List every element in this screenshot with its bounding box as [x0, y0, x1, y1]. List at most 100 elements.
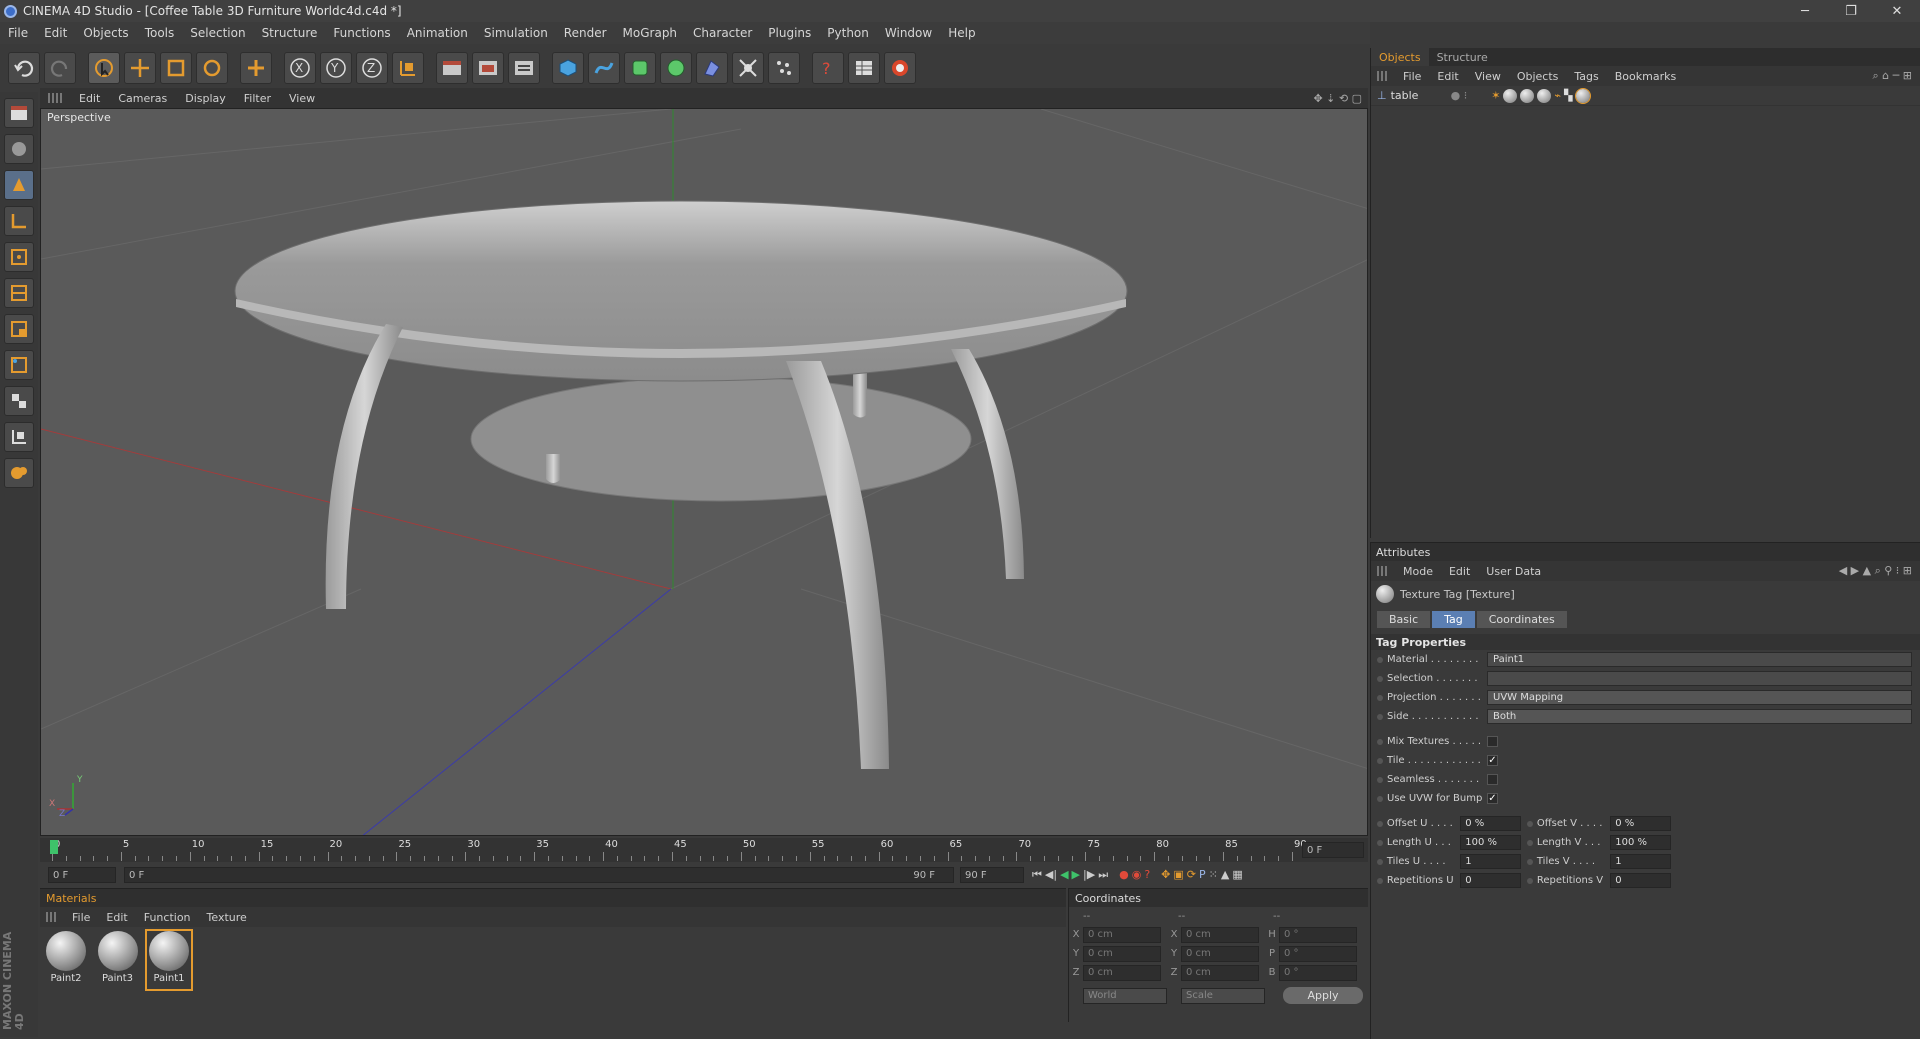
- offset-v-field[interactable]: 0 %: [1610, 816, 1672, 831]
- objects-menu-bookmarks[interactable]: Bookmarks: [1607, 70, 1684, 83]
- nurbs-icon[interactable]: [624, 52, 656, 84]
- viewport-menu-filter[interactable]: Filter: [235, 92, 280, 105]
- viewport-menu-edit[interactable]: Edit: [70, 92, 109, 105]
- tab-structure[interactable]: Structure: [1429, 48, 1496, 66]
- key-interp-icon[interactable]: ▲: [1221, 868, 1229, 882]
- repetitions-v-field[interactable]: 0: [1610, 873, 1672, 888]
- selection-field[interactable]: [1487, 671, 1912, 686]
- restore-icon[interactable]: ❐: [1828, 0, 1874, 22]
- length-v-field[interactable]: 100 %: [1610, 835, 1672, 850]
- menu-selection[interactable]: Selection: [182, 26, 253, 40]
- frame-range-slider[interactable]: 0 F 90 F: [124, 867, 954, 883]
- render-view-icon[interactable]: [436, 52, 468, 84]
- size-x-field[interactable]: 0 cm: [1181, 926, 1259, 943]
- texture-tag-icon[interactable]: [1537, 88, 1552, 103]
- array-icon[interactable]: [660, 52, 692, 84]
- object-axis-icon[interactable]: [4, 206, 34, 236]
- tab-tag[interactable]: Tag: [1432, 611, 1475, 628]
- menu-python[interactable]: Python: [819, 26, 877, 40]
- objects-menu-tags[interactable]: Tags: [1566, 70, 1606, 83]
- redo-icon[interactable]: [44, 52, 76, 84]
- mix-textures-checkbox[interactable]: [1487, 736, 1498, 747]
- autokey-icon[interactable]: ◉: [1132, 868, 1142, 882]
- points-mode-icon[interactable]: [4, 242, 34, 272]
- material-swatch-selected[interactable]: Paint1: [145, 929, 193, 991]
- objects-menu-objects[interactable]: Objects: [1509, 70, 1567, 83]
- texture-tag-icon[interactable]: [1520, 88, 1535, 103]
- start-frame-field[interactable]: 0 F: [48, 867, 116, 883]
- uvw-tag-icon[interactable]: ▚: [1564, 89, 1572, 103]
- play-icon[interactable]: ▶: [1072, 868, 1080, 882]
- tile-checkbox[interactable]: ✓: [1487, 755, 1498, 766]
- minimize-icon[interactable]: ─: [1782, 0, 1828, 22]
- texture-mode-icon[interactable]: [4, 386, 34, 416]
- apply-button[interactable]: Apply: [1283, 987, 1363, 1004]
- prev-key-icon[interactable]: ◀|: [1045, 868, 1057, 882]
- live-select-icon[interactable]: [88, 52, 120, 84]
- go-start-icon[interactable]: ⏮: [1032, 868, 1042, 882]
- tiles-v-field[interactable]: 1: [1610, 854, 1672, 869]
- objects-menu-edit[interactable]: Edit: [1429, 70, 1466, 83]
- rotate-icon[interactable]: [196, 52, 228, 84]
- scene-icon[interactable]: [732, 52, 764, 84]
- model-mode-icon[interactable]: [4, 170, 34, 200]
- menu-character[interactable]: Character: [685, 26, 760, 40]
- key-pla-icon[interactable]: ⁙: [1209, 868, 1218, 882]
- playhead[interactable]: [50, 840, 58, 854]
- rotation-p-field[interactable]: 0 °: [1279, 945, 1357, 962]
- key-scale-icon[interactable]: ▣: [1173, 868, 1183, 882]
- attributes-menu-mode[interactable]: Mode: [1395, 565, 1441, 578]
- tag-icon[interactable]: ✶: [1491, 89, 1500, 103]
- length-u-field[interactable]: 100 %: [1460, 835, 1522, 850]
- tiles-u-field[interactable]: 1: [1460, 854, 1522, 869]
- spline-icon[interactable]: [588, 52, 620, 84]
- objects-menu-view[interactable]: View: [1467, 70, 1509, 83]
- add-icon[interactable]: [240, 52, 272, 84]
- object-name[interactable]: table: [1391, 89, 1443, 102]
- menu-plugins[interactable]: Plugins: [760, 26, 819, 40]
- tab-basic[interactable]: Basic: [1377, 611, 1431, 628]
- menu-tools[interactable]: Tools: [137, 26, 183, 40]
- make-editable-icon[interactable]: [4, 134, 34, 164]
- help-icon[interactable]: ?: [812, 52, 844, 84]
- panel-grip[interactable]: [1377, 566, 1389, 576]
- materials-menu-edit[interactable]: Edit: [98, 911, 135, 924]
- viewport-nav-icons[interactable]: ✥ ⇣ ⟲ ▢: [1313, 92, 1362, 105]
- menu-file[interactable]: File: [0, 26, 36, 40]
- coord-space-dropdown[interactable]: World: [1083, 987, 1167, 1004]
- panel-grip[interactable]: [1377, 71, 1389, 81]
- menu-render[interactable]: Render: [556, 26, 615, 40]
- viewport-menu-display[interactable]: Display: [176, 92, 235, 105]
- position-x-field[interactable]: 0 cm: [1083, 926, 1161, 943]
- deformer-icon[interactable]: [696, 52, 728, 84]
- z-axis-icon[interactable]: Z: [356, 52, 388, 84]
- seamless-checkbox[interactable]: [1487, 774, 1498, 785]
- attributes-nav-icons[interactable]: ◀ ▶ ▲ ⌕ ⚲ ⁝ ⊞: [1839, 564, 1912, 578]
- rotation-b-field[interactable]: 0 °: [1279, 964, 1357, 981]
- size-z-field[interactable]: 0 cm: [1181, 964, 1259, 981]
- attributes-menu-edit[interactable]: Edit: [1441, 565, 1478, 578]
- objects-menu-file[interactable]: File: [1395, 70, 1429, 83]
- sculpt-icon[interactable]: [4, 458, 34, 488]
- panel-grip[interactable]: [48, 93, 62, 103]
- projection-dropdown[interactable]: UVW Mapping: [1487, 690, 1912, 705]
- world-coords-icon[interactable]: [392, 52, 424, 84]
- objects-search-icon[interactable]: ⌕ ⌂ ─ ⊞: [1873, 69, 1912, 83]
- viewport-menu-view[interactable]: View: [280, 92, 324, 105]
- tab-coordinates[interactable]: Coordinates: [1476, 611, 1567, 628]
- close-icon[interactable]: ✕: [1874, 0, 1920, 22]
- uv-points-icon[interactable]: [4, 350, 34, 380]
- menu-structure[interactable]: Structure: [254, 26, 326, 40]
- key-param-icon[interactable]: P: [1199, 868, 1206, 882]
- key-rotation-icon[interactable]: ⟳: [1187, 868, 1196, 882]
- materials-menu-file[interactable]: File: [64, 911, 98, 924]
- menu-edit[interactable]: Edit: [36, 26, 75, 40]
- texture-tag-selected-icon[interactable]: [1574, 87, 1591, 104]
- move-icon[interactable]: [124, 52, 156, 84]
- play-back-icon[interactable]: ◀: [1060, 868, 1068, 882]
- python-icon[interactable]: [884, 52, 916, 84]
- coord-size-dropdown[interactable]: Scale: [1181, 987, 1265, 1004]
- texture-tag-icon[interactable]: [1503, 88, 1518, 103]
- uvw-bump-checkbox[interactable]: ✓: [1487, 793, 1498, 804]
- cube-icon[interactable]: [552, 52, 584, 84]
